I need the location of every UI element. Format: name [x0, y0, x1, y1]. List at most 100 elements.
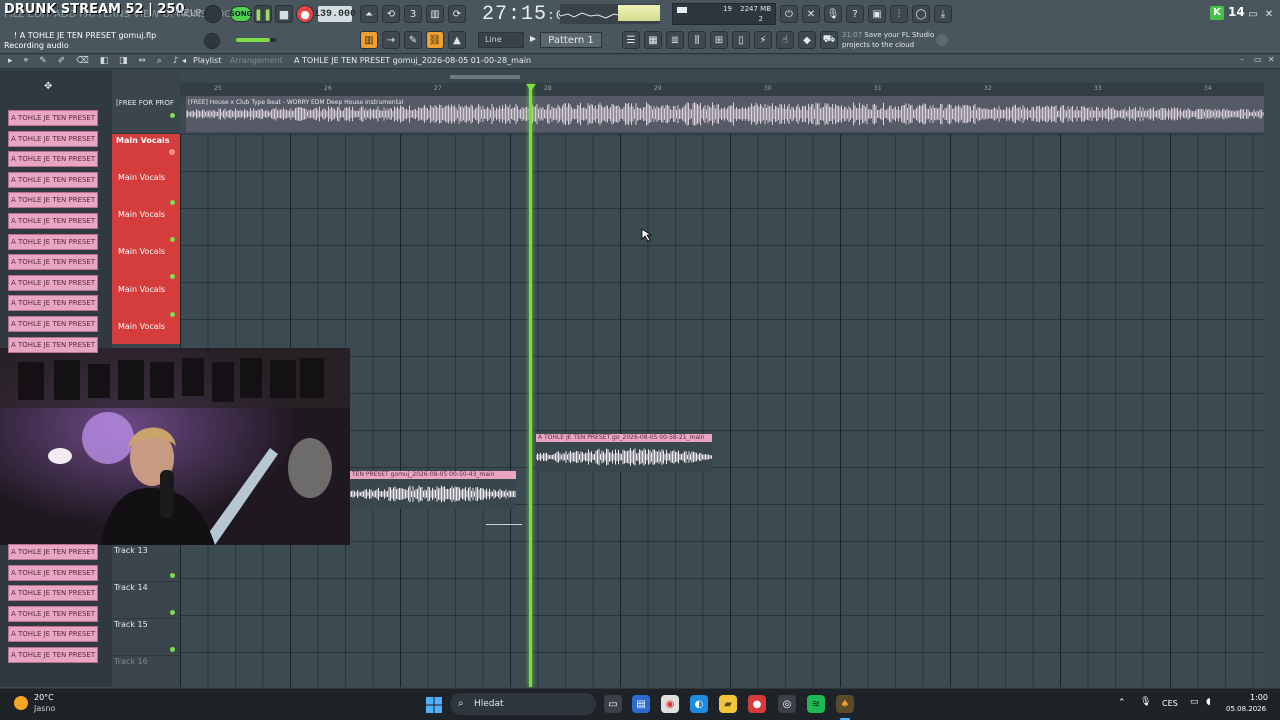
- fl-studio-icon[interactable]: ♠: [836, 695, 854, 713]
- piano-roll-button[interactable]: ▦: [644, 31, 662, 49]
- cloud-save-hint[interactable]: 31:07 Save your FL Studio projects to th…: [842, 30, 934, 50]
- play-button[interactable]: ❚❚: [254, 5, 272, 23]
- project-button[interactable]: ▯: [732, 31, 750, 49]
- picker-clip-item[interactable]: A TOHLE JE TEN PRESET g: [8, 192, 98, 209]
- draw-tool-button[interactable]: ✎: [404, 31, 422, 49]
- picker-clip-item[interactable]: A TOHLE JE TEN PRESET g: [8, 254, 98, 271]
- playhead-marker-icon[interactable]: [526, 84, 536, 91]
- picker-clip-item[interactable]: A TOHLE JE TEN PRESET g: [8, 295, 98, 312]
- microphone-button[interactable]: 🎙: [824, 5, 842, 23]
- record-arm-icon[interactable]: [169, 149, 175, 155]
- arrow-icon[interactable]: ◂: [182, 56, 186, 65]
- picker-clip-item[interactable]: A TOHLE JE TEN PRESET g: [8, 585, 98, 602]
- picker-clip-item[interactable]: A TOHLE JE TEN PRESET g: [8, 647, 98, 663]
- vocal-track-led[interactable]: [170, 311, 175, 317]
- download-button[interactable]: ⤓: [934, 5, 952, 23]
- restore-window-icon[interactable]: ▭: [1246, 8, 1260, 22]
- mixer-view-button[interactable]: ⫼: [688, 31, 706, 49]
- stamp-button[interactable]: ▲: [448, 31, 466, 49]
- snap-select[interactable]: Line: [478, 32, 524, 48]
- file-explorer-icon[interactable]: ▰: [719, 695, 737, 713]
- arrangement-select[interactable]: Arrangement: [230, 56, 283, 65]
- browser-button[interactable]: ⊞: [710, 31, 728, 49]
- steam-icon[interactable]: ◎: [778, 695, 796, 713]
- master-volume-slider[interactable]: [236, 38, 276, 42]
- picker-clip-item[interactable]: A TOHLE JE TEN PRESET g: [8, 233, 98, 250]
- maximize-playlist-icon[interactable]: ▭: [1254, 55, 1262, 64]
- track-led[interactable]: [170, 647, 175, 652]
- picker-clip-item[interactable]: A TOHLE JE TEN PRESET g: [8, 130, 98, 147]
- track-led[interactable]: [170, 573, 175, 578]
- picker-clip-item[interactable]: A TOHLE JE TEN PRESET g: [8, 626, 98, 643]
- wait-for-input-button[interactable]: ⟲: [382, 5, 400, 23]
- metronome-button[interactable]: ⏶: [360, 5, 378, 23]
- touch-controller-button[interactable]: ☝: [776, 31, 794, 49]
- tempo-display[interactable]: 139.000: [314, 6, 356, 22]
- windows-start-icon[interactable]: [426, 697, 442, 713]
- picker-clip-item[interactable]: A TOHLE JE TEN PRESET g: [8, 110, 98, 126]
- pattern-song-knob[interactable]: [204, 5, 222, 23]
- store-icon[interactable]: ▤: [632, 695, 650, 713]
- pattern-select[interactable]: Pattern 1: [540, 32, 602, 48]
- playhead[interactable]: [529, 84, 532, 687]
- panic-button[interactable]: ✕: [802, 5, 820, 23]
- cloud-gear-icon[interactable]: [936, 34, 948, 46]
- track-led[interactable]: [170, 610, 175, 615]
- picker-clip-item[interactable]: A TOHLE JE TEN PRESET g: [8, 274, 98, 291]
- record-app-icon[interactable]: ●: [748, 695, 766, 713]
- picker-clip-item[interactable]: A TOHLE JE TEN PRESET g: [8, 336, 98, 353]
- clock-date[interactable]: 05.08.2026: [1226, 705, 1266, 713]
- vocal-clip-b[interactable]: A TOHLE JE TEN PRESET go_2026-08-05 00-5…: [536, 434, 712, 472]
- tray-chevron-up-icon[interactable]: ⌃: [1118, 698, 1126, 708]
- picker-clip-item[interactable]: A TOHLE JE TEN PRESET g: [8, 544, 98, 560]
- close-window-icon[interactable]: ✕: [1262, 8, 1276, 22]
- network-icon[interactable]: ▭: [1190, 697, 1199, 707]
- picker-clip-item[interactable]: A TOHLE JE TEN PRESET g: [8, 213, 98, 229]
- input-language[interactable]: CES: [1162, 699, 1178, 708]
- tray-microphone-icon[interactable]: 🎙: [1140, 697, 1151, 707]
- shop-button[interactable]: ⛟: [820, 31, 838, 49]
- picker-clip-item[interactable]: A TOHLE JE TEN PRESET g: [8, 605, 98, 622]
- minimize-playlist-icon[interactable]: –: [1240, 55, 1244, 64]
- tempo-tapper-button[interactable]: ◆: [798, 31, 816, 49]
- taskbar-search-input[interactable]: ⌕ Hledat: [450, 693, 596, 715]
- cpu-reset-button[interactable]: ⏻: [780, 5, 798, 23]
- weather-temperature[interactable]: 20°C: [34, 693, 54, 702]
- song-mode-toggle[interactable]: SONG: [230, 6, 252, 22]
- edge-icon[interactable]: ◐: [690, 695, 708, 713]
- help-button[interactable]: ?: [846, 5, 864, 23]
- loop-range-marker[interactable]: [450, 75, 520, 79]
- channel-rack-button[interactable]: ≣: [666, 31, 684, 49]
- timeline-ruler[interactable]: 25 26 27 28 29 30 31 32 33 34: [180, 83, 1264, 97]
- picker-clip-item[interactable]: A TOHLE JE TEN PRESET g: [8, 171, 98, 188]
- weather-icon[interactable]: [14, 696, 28, 710]
- mixer-button[interactable]: ⫶: [890, 5, 908, 23]
- volume-icon[interactable]: ◖: [1206, 697, 1211, 707]
- playlist-button[interactable]: ☰: [622, 31, 640, 49]
- plugin-button[interactable]: ⚡: [754, 31, 772, 49]
- master-pitch-knob[interactable]: [204, 33, 220, 49]
- step-edit-button[interactable]: ▥: [426, 5, 444, 23]
- chat-button[interactable]: ◯: [912, 5, 930, 23]
- playlist-tools[interactable]: ▸ ⌖ ✎ ✐ ⌫ ◧ ◨ ⇔ ⌕ ♪: [8, 56, 182, 66]
- picker-header-icon[interactable]: ✥: [44, 81, 52, 92]
- close-playlist-icon[interactable]: ✕: [1268, 55, 1275, 64]
- chrome-icon[interactable]: ◉: [661, 695, 679, 713]
- stop-button[interactable]: ■: [275, 5, 293, 23]
- save-button[interactable]: ▣: [868, 5, 886, 23]
- countdown-button[interactable]: 3: [404, 5, 422, 23]
- spotify-icon[interactable]: ≋: [807, 695, 825, 713]
- arrow-button[interactable]: →: [382, 31, 400, 49]
- link-button[interactable]: ⛓: [426, 31, 444, 49]
- pattern-prev-icon[interactable]: ▶: [530, 34, 536, 43]
- menu-help[interactable]: HELP: [176, 8, 201, 19]
- picker-clip-item[interactable]: A TOHLE JE TEN PRESET g: [8, 151, 98, 168]
- vocal-clip-a[interactable]: TEN PRESET gomuj_2026-08-05 00-50-43_mai…: [350, 471, 516, 509]
- typing-keyboard-button[interactable]: ▥: [360, 31, 378, 49]
- loop-record-button[interactable]: ⟳: [448, 5, 466, 23]
- record-button[interactable]: ●: [296, 5, 314, 23]
- clock-time[interactable]: 1:00: [1250, 693, 1268, 702]
- picker-clip-item[interactable]: A TOHLE JE TEN PRESET g: [8, 316, 98, 332]
- task-view-icon[interactable]: ▭: [604, 695, 622, 713]
- vocal-track-led[interactable]: [170, 200, 175, 205]
